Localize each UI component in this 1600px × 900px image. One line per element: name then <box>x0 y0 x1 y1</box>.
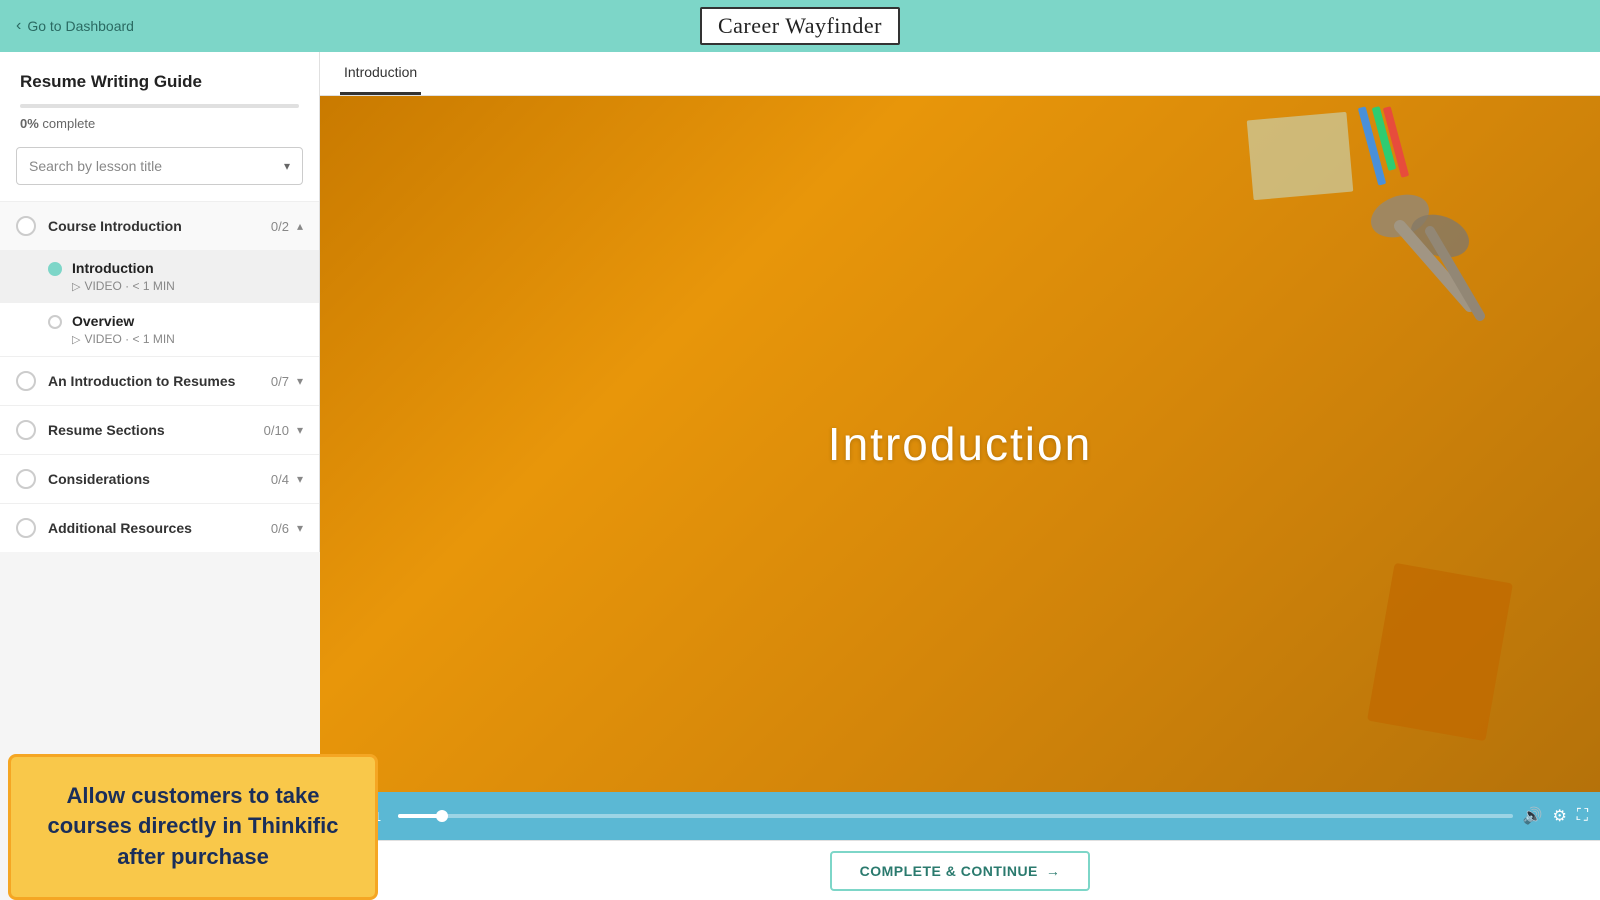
lesson-info-introduction: Introduction ▷ VIDEO · < 1 MIN <box>72 260 303 293</box>
lesson-duration-introduction: VIDEO · < 1 MIN <box>84 279 174 293</box>
deco-scissors-svg <box>1320 176 1520 326</box>
complete-continue-button[interactable]: COMPLETE & CONTINUE → <box>830 851 1091 891</box>
section-circle-intro-resumes <box>16 371 36 391</box>
section-circle-additional-resources <box>16 518 36 538</box>
section-chevron-down-icon-additional-resources: ▾ <box>297 521 303 535</box>
lesson-item-overview[interactable]: Overview ▷ VIDEO · < 1 MIN <box>0 303 319 356</box>
search-container: Search by lesson title ▾ <box>0 147 319 201</box>
section-count-intro-resumes: 0/7 <box>271 374 289 389</box>
section-intro-resumes[interactable]: An Introduction to Resumes 0/7 ▾ <box>0 356 319 405</box>
search-chevron-down-icon: ▾ <box>284 159 290 173</box>
video-icon-introduction: ▷ <box>72 280 80 293</box>
volume-button[interactable]: 🔊 <box>1523 806 1543 826</box>
section-circle-resume-sections <box>16 420 36 440</box>
lesson-duration-overview: VIDEO · < 1 MIN <box>84 332 174 346</box>
video-controls: ▶ 0:01 🔊 ⚙ ⛶ <box>320 792 1600 840</box>
video-wrapper: Introduction <box>320 96 1600 792</box>
sidebar: Resume Writing Guide 0% complete Search … <box>0 52 320 552</box>
section-name-course-intro: Course Introduction <box>48 218 182 234</box>
section-count-considerations: 0/4 <box>271 472 289 487</box>
section-count-course-intro: 0/2 <box>271 219 289 234</box>
lessons-course-intro: Introduction ▷ VIDEO · < 1 MIN Overview … <box>0 250 319 356</box>
tab-introduction[interactable]: Introduction <box>340 52 421 95</box>
back-arrow-icon: ‹ <box>16 17 21 35</box>
back-to-dashboard-link[interactable]: ‹ Go to Dashboard <box>16 17 134 35</box>
section-count-additional-resources: 0/6 <box>271 521 289 536</box>
sidebar-wrapper: Resume Writing Guide 0% complete Search … <box>0 52 320 900</box>
promo-box: Allow customers to take courses directly… <box>8 754 378 900</box>
complete-btn-label: COMPLETE & CONTINUE <box>860 863 1038 879</box>
settings-button[interactable]: ⚙ <box>1552 806 1566 826</box>
complete-bar: COMPLETE & CONTINUE → <box>320 840 1600 900</box>
section-right-considerations: 0/4 ▾ <box>271 472 303 487</box>
video-progress-track[interactable] <box>398 814 1513 818</box>
progress-percent: 0% <box>20 116 39 131</box>
complete-btn-arrow: → <box>1046 863 1061 879</box>
progress-bar-container <box>20 104 299 108</box>
lesson-title-introduction: Introduction <box>72 260 303 276</box>
course-title: Resume Writing Guide <box>20 72 299 92</box>
logo-container: Career Wayfinder <box>700 7 900 45</box>
section-additional-resources[interactable]: Additional Resources 0/6 ▾ <box>0 503 319 552</box>
promo-text: Allow customers to take courses directly… <box>35 781 351 873</box>
search-dropdown[interactable]: Search by lesson title ▾ <box>16 147 303 185</box>
video-title-overlay: Introduction <box>828 417 1092 471</box>
section-name-intro-resumes: An Introduction to Resumes <box>48 373 235 389</box>
section-circle-considerations <box>16 469 36 489</box>
section-left-additional-resources: Additional Resources <box>16 518 192 538</box>
fullscreen-button[interactable]: ⛶ <box>1577 807 1588 825</box>
section-name-considerations: Considerations <box>48 471 150 487</box>
deco-pencils <box>1368 106 1400 186</box>
lesson-meta-overview: ▷ VIDEO · < 1 MIN <box>72 332 303 346</box>
section-chevron-down-icon-considerations: ▾ <box>297 472 303 486</box>
lesson-title-overview: Overview <box>72 313 303 329</box>
section-chevron-down-icon-intro-resumes: ▾ <box>297 374 303 388</box>
content-area: Introduction Introduction <box>320 52 1600 900</box>
search-placeholder-text: Search by lesson title <box>29 158 162 174</box>
section-right-intro-resumes: 0/7 ▾ <box>271 374 303 389</box>
lesson-info-overview: Overview ▷ VIDEO · < 1 MIN <box>72 313 303 346</box>
video-progress-knob[interactable] <box>436 810 448 822</box>
logo-text: Career Wayfinder <box>718 13 882 38</box>
video-icon-overview: ▷ <box>72 333 80 346</box>
section-chevron-down-icon-resume-sections: ▾ <box>297 423 303 437</box>
lesson-item-introduction[interactable]: Introduction ▷ VIDEO · < 1 MIN <box>0 250 319 303</box>
section-name-additional-resources: Additional Resources <box>48 520 192 536</box>
section-count-resume-sections: 0/10 <box>264 423 289 438</box>
section-circle-course-intro <box>16 216 36 236</box>
section-right-additional-resources: 0/6 ▾ <box>271 521 303 536</box>
section-left-intro-resumes: An Introduction to Resumes <box>16 371 235 391</box>
back-link-label: Go to Dashboard <box>27 18 134 34</box>
top-navigation: ‹ Go to Dashboard Career Wayfinder <box>0 0 1600 52</box>
content-tab-bar: Introduction <box>320 52 1600 96</box>
lesson-dot-introduction <box>48 262 62 276</box>
main-layout: Resume Writing Guide 0% complete Search … <box>0 52 1600 900</box>
lesson-dot-overview <box>48 315 62 329</box>
section-name-resume-sections: Resume Sections <box>48 422 165 438</box>
section-course-introduction[interactable]: Course Introduction 0/2 ▴ <box>0 201 319 250</box>
section-chevron-up-icon: ▴ <box>297 219 303 233</box>
section-left-considerations: Considerations <box>16 469 150 489</box>
progress-label: complete <box>42 116 95 131</box>
section-left-resume-sections: Resume Sections <box>16 420 165 440</box>
section-right-course-intro: 0/2 ▴ <box>271 219 303 234</box>
progress-text: 0% complete <box>20 116 299 131</box>
section-right-resume-sections: 0/10 ▾ <box>264 423 303 438</box>
lesson-meta-introduction: ▷ VIDEO · < 1 MIN <box>72 279 303 293</box>
course-header: Resume Writing Guide 0% complete <box>0 52 319 147</box>
section-considerations[interactable]: Considerations 0/4 ▾ <box>0 454 319 503</box>
section-resume-sections[interactable]: Resume Sections 0/10 ▾ <box>0 405 319 454</box>
section-left: Course Introduction <box>16 216 182 236</box>
